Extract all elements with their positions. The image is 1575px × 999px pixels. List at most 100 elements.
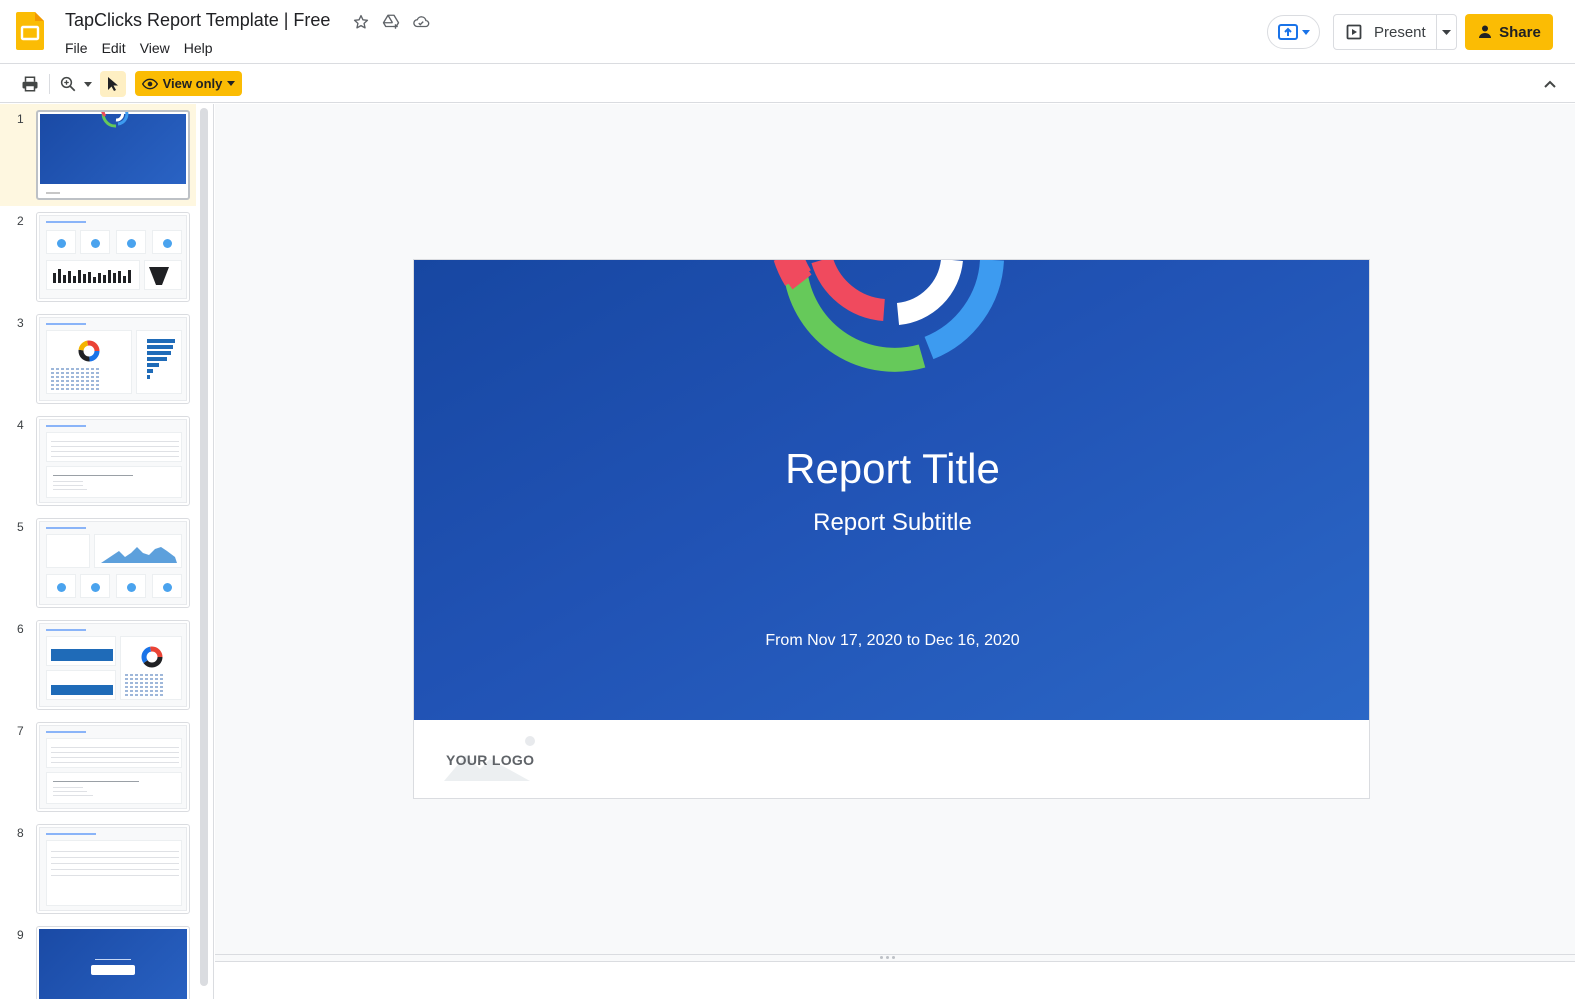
slide-thumbnail-2[interactable]: 2 (0, 206, 196, 308)
thumbnail-row (51, 857, 179, 858)
toolbar-divider (49, 74, 50, 94)
thumbnail-content (39, 317, 187, 401)
resize-grip[interactable] (880, 956, 895, 959)
thumbnail-heading (46, 323, 86, 325)
thumbnail-row (53, 795, 93, 796)
thumbnail-card (120, 636, 182, 700)
thumbnail-donut (51, 340, 101, 390)
thumbnail-notes (46, 466, 182, 498)
thumbnail-bars (51, 649, 113, 661)
thumbnail-row (51, 863, 179, 864)
slide-thumbnail-5[interactable]: 5 (0, 512, 196, 614)
thumbnail-row (53, 489, 87, 490)
slide-thumbnail-4[interactable]: 4 (0, 410, 196, 512)
slides-icon[interactable] (16, 12, 44, 50)
thumbnail-heading (46, 629, 86, 631)
slideshow-icon (1346, 24, 1362, 40)
slide-number: 6 (17, 622, 24, 636)
zoom-options-button[interactable] (81, 71, 95, 97)
slide-thumbnail-7[interactable]: 7 (0, 716, 196, 818)
thumbnail-preview (36, 416, 190, 506)
thumbnail-row (53, 475, 133, 476)
speaker-notes-panel[interactable] (215, 962, 1575, 999)
present-to-meeting-button[interactable] (1267, 15, 1320, 49)
ring-white (896, 260, 963, 325)
thumbnail-dot (91, 239, 100, 248)
app-header: TapClicks Report Template | Free File Ed… (0, 0, 1575, 64)
present-label: Present (1374, 23, 1426, 41)
print-button[interactable] (18, 71, 42, 97)
thumbnail-card (46, 330, 132, 394)
menu-edit[interactable]: Edit (95, 37, 133, 59)
filmstrip-scrollbar[interactable] (200, 108, 208, 986)
speaker-notes-resize-handle[interactable] (215, 954, 1575, 962)
thumbnail-card (80, 230, 110, 254)
slide-thumbnail-6[interactable]: 6 (0, 614, 196, 716)
present-button[interactable]: Present (1333, 14, 1437, 50)
star-icon[interactable] (350, 11, 372, 33)
thumbnail-row (51, 851, 179, 852)
slide-number: 2 (17, 214, 24, 228)
thumbnail-row (51, 869, 179, 870)
thumbnail-content (39, 827, 187, 911)
thumbnail-preview (36, 620, 190, 710)
slide-number: 9 (17, 928, 24, 942)
select-tool-button[interactable] (100, 71, 126, 97)
thumbnail-content (39, 521, 187, 605)
document-title[interactable]: TapClicks Report Template | Free (65, 10, 330, 31)
slide-thumbnail-9[interactable]: 9 (0, 920, 196, 999)
present-screen-icon (1277, 24, 1298, 40)
thumbnail-card (144, 260, 182, 290)
ring-red-arc (811, 260, 886, 321)
thumbnail-funnel (149, 267, 169, 285)
slide-thumbnail-3[interactable]: 3 (0, 308, 196, 410)
thumbnail-row (53, 481, 83, 482)
thumbnail-card (136, 330, 182, 394)
collapse-menus-button[interactable] (1538, 73, 1562, 95)
current-slide[interactable]: Report Title Report Subtitle From Nov 17… (413, 259, 1370, 799)
thumbnail-row (51, 456, 179, 457)
slide-thumbnail-1[interactable]: 1 (0, 104, 196, 206)
thumbnail-heading (46, 527, 86, 529)
thumbnail-table (46, 432, 182, 462)
chevron-down-icon (84, 81, 92, 87)
menu-view[interactable]: View (133, 37, 177, 59)
thumbnail-heading (46, 833, 96, 835)
eye-icon (141, 78, 158, 89)
thumbnail-card (46, 636, 116, 666)
menu-help[interactable]: Help (177, 37, 220, 59)
slide-thumbnail-8[interactable]: 8 (0, 818, 196, 920)
thumbnail-row (53, 781, 139, 782)
slide-number: 8 (17, 826, 24, 840)
view-only-mode-button[interactable]: View only (135, 71, 242, 96)
thumbnail-bars (51, 685, 113, 695)
view-only-label: View only (162, 76, 223, 91)
thumbnail-card (152, 574, 182, 598)
thumbnail-card (46, 670, 116, 700)
present-options-button[interactable] (1436, 14, 1457, 50)
share-button[interactable]: Share (1465, 14, 1553, 50)
thumbnail-dot (91, 583, 100, 592)
thumbnail-card (46, 260, 140, 290)
drive-add-icon[interactable] (380, 11, 402, 33)
thumbnail-dot (127, 239, 136, 248)
slide-title-panel: Report Title Report Subtitle From Nov 17… (414, 260, 1369, 720)
thumbnail-preview (36, 314, 190, 404)
thumbnail-donut (125, 646, 165, 696)
thumbnail-heading (46, 425, 86, 427)
thumbnail-content (39, 215, 187, 299)
thumbnail-blue-area (40, 112, 186, 184)
share-label: Share (1499, 23, 1541, 41)
zoom-button[interactable] (57, 71, 79, 97)
menu-file[interactable]: File (58, 37, 95, 59)
cloud-saved-icon[interactable] (410, 11, 432, 33)
slide-number: 4 (17, 418, 24, 432)
thumbnail-card (152, 230, 182, 254)
title-actions (350, 11, 432, 33)
thumbnail-dot (163, 239, 172, 248)
thumbnail-bars (53, 269, 131, 283)
thumbnail-content (39, 419, 187, 503)
thumbnail-card (94, 534, 182, 568)
thumbnail-row (51, 752, 179, 753)
thumbnail-row (53, 791, 87, 792)
